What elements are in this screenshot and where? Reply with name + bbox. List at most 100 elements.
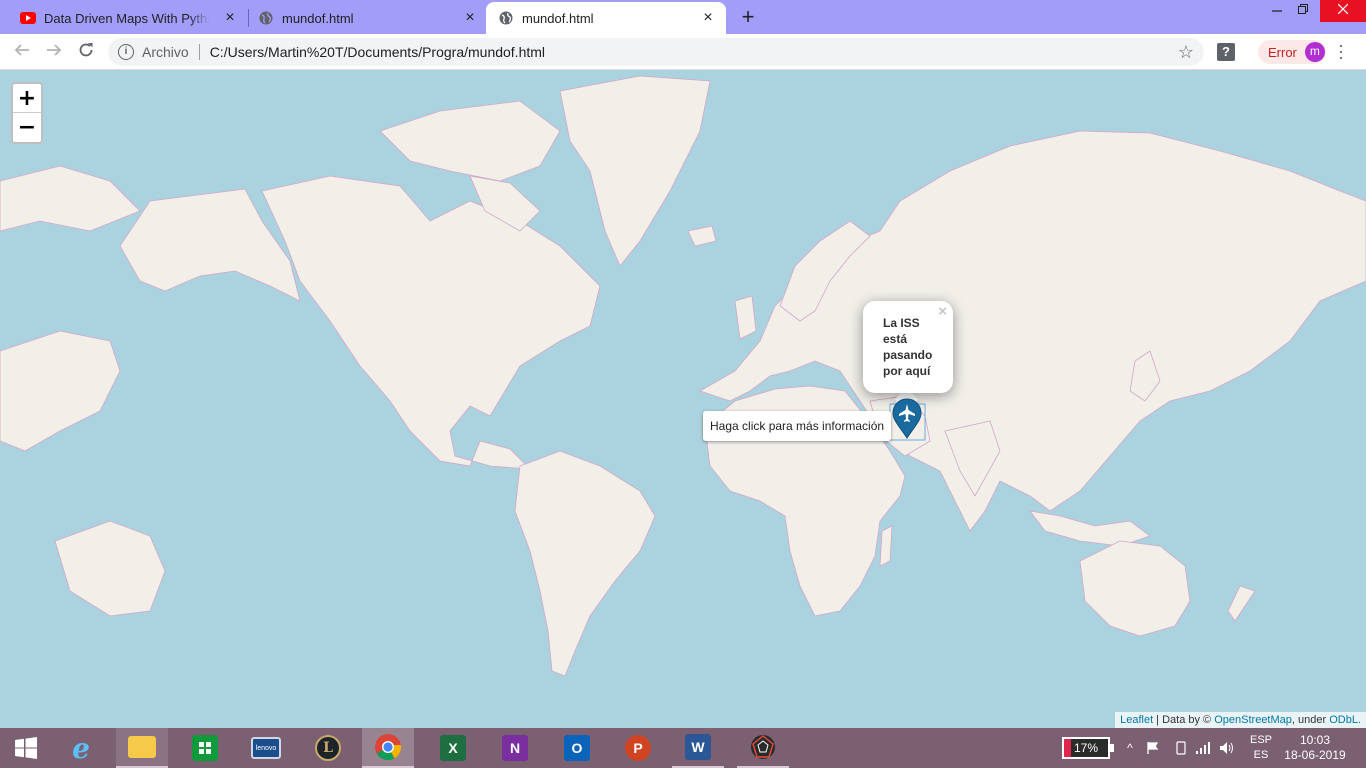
bookmark-star-icon[interactable]: ☆ bbox=[1178, 42, 1194, 62]
address-divider bbox=[198, 44, 200, 60]
powerpoint-button[interactable]: P bbox=[612, 728, 664, 768]
info-icon[interactable]: i bbox=[118, 44, 134, 60]
iss-marker[interactable] bbox=[889, 398, 925, 445]
tab-mundof-1[interactable]: mundof.html × bbox=[250, 2, 488, 34]
land-new-zealand bbox=[1227, 585, 1256, 622]
zoom-in-button[interactable]: + bbox=[13, 84, 41, 113]
map-view[interactable]: + − × La ISS está pasando por aquí Haga … bbox=[0, 71, 1366, 728]
land-iceland bbox=[687, 225, 717, 247]
iss-popup: × La ISS está pasando por aquí bbox=[863, 301, 953, 393]
marker-tooltip: Haga click para más información bbox=[703, 411, 892, 441]
tab-strip: Data Driven Maps With Python F × mundof.… bbox=[0, 0, 1366, 34]
popup-line: está bbox=[883, 332, 908, 346]
close-icon[interactable]: × bbox=[700, 10, 716, 26]
network-signal-icon[interactable] bbox=[1193, 728, 1213, 768]
tab-title: mundof.html bbox=[282, 10, 354, 26]
land-greenland bbox=[559, 75, 711, 267]
battery-label: 17% bbox=[1073, 741, 1099, 755]
popup-close-button[interactable]: × bbox=[938, 304, 947, 320]
close-window-button[interactable] bbox=[1320, 0, 1366, 22]
chrome-button[interactable] bbox=[362, 728, 414, 768]
file-explorer-button[interactable] bbox=[116, 728, 168, 768]
globe-icon bbox=[258, 10, 274, 26]
outlook-icon: O bbox=[564, 735, 590, 761]
land-north-america bbox=[261, 175, 601, 470]
system-clock[interactable]: 10:03 18-06-2019 bbox=[1280, 733, 1350, 763]
outlook-button[interactable]: O bbox=[551, 728, 603, 768]
excel-button[interactable]: X bbox=[427, 728, 479, 768]
attribution-text: , under bbox=[1291, 714, 1330, 726]
battery-indicator[interactable]: 17% bbox=[1062, 737, 1114, 759]
youtube-icon bbox=[20, 10, 36, 26]
address-bar[interactable]: i Archivo C:/Users/Martin%20T/Documents/… bbox=[108, 38, 1204, 66]
flag-icon[interactable] bbox=[1144, 728, 1162, 768]
land-australia bbox=[1079, 540, 1191, 637]
keyboard-layout: ES bbox=[1253, 749, 1269, 761]
url-text[interactable]: C:/Users/Martin%20T/Documents/Progra/mun… bbox=[210, 44, 545, 60]
leaflet-link[interactable]: Leaflet bbox=[1120, 714, 1153, 726]
reload-icon[interactable] bbox=[74, 40, 98, 64]
tab-mundof-active[interactable]: mundof.html × bbox=[486, 2, 726, 34]
store-icon bbox=[192, 735, 218, 761]
globe-icon bbox=[498, 10, 514, 26]
clock-time: 10:03 bbox=[1299, 733, 1331, 747]
clock-date: 18-06-2019 bbox=[1284, 748, 1346, 762]
scheme-label: Archivo bbox=[142, 44, 189, 60]
attribution-text: | Data by © bbox=[1153, 714, 1215, 726]
spiderweb-app-icon bbox=[751, 735, 775, 759]
help-extension-icon[interactable]: ? bbox=[1217, 43, 1235, 61]
land-madagascar bbox=[879, 525, 893, 567]
chevron-up-icon[interactable]: ^ bbox=[1122, 728, 1138, 768]
popup-line: pasando bbox=[883, 348, 933, 362]
start-button[interactable] bbox=[0, 728, 52, 768]
chrome-icon bbox=[375, 734, 402, 761]
windows-logo-icon bbox=[15, 737, 37, 759]
land-arctic-islands bbox=[379, 100, 561, 182]
league-of-legends-button[interactable]: L bbox=[302, 728, 354, 768]
word-icon: W bbox=[685, 734, 711, 760]
folder-icon bbox=[128, 736, 156, 758]
popup-line: La ISS bbox=[883, 316, 920, 330]
profile-error-chip[interactable]: Error m bbox=[1258, 40, 1326, 64]
lenovo-button[interactable]: lenovo bbox=[240, 728, 292, 768]
onenote-button[interactable]: N bbox=[489, 728, 541, 768]
zoom-control: + − bbox=[11, 82, 43, 144]
close-icon[interactable]: × bbox=[222, 10, 238, 26]
kebab-menu-icon[interactable]: · · · bbox=[1337, 36, 1345, 66]
excel-icon: X bbox=[440, 735, 466, 761]
windows-taskbar: e lenovo L X N O P W 17% ^ ESP ES 10:03 … bbox=[0, 728, 1366, 768]
world-map bbox=[0, 75, 1366, 677]
input-language[interactable]: ESP ES bbox=[1244, 733, 1278, 763]
tab-title: mundof.html bbox=[522, 10, 594, 26]
zoom-out-button[interactable]: − bbox=[13, 113, 41, 142]
new-tab-button[interactable]: + bbox=[738, 6, 758, 28]
word-button[interactable]: W bbox=[672, 728, 724, 768]
league-of-legends-icon: L bbox=[315, 735, 341, 761]
back-arrow-icon[interactable] bbox=[10, 40, 34, 64]
land-south-america bbox=[514, 450, 656, 677]
land-west-edge-asia bbox=[0, 330, 121, 452]
web-app-button[interactable] bbox=[737, 728, 789, 768]
internet-explorer-button[interactable]: e bbox=[55, 728, 107, 768]
forward-arrow-icon[interactable] bbox=[42, 40, 66, 64]
map-attribution: Leaflet | Data by © OpenStreetMap, under… bbox=[1115, 712, 1366, 728]
volume-icon[interactable] bbox=[1216, 728, 1238, 768]
internet-explorer-icon: e bbox=[72, 731, 90, 765]
phone-icon[interactable] bbox=[1173, 728, 1189, 768]
profile-status: Error bbox=[1268, 44, 1297, 60]
land-west-edge-siberia bbox=[0, 165, 141, 232]
restore-button[interactable] bbox=[1286, 0, 1320, 22]
land-indonesia bbox=[1029, 510, 1151, 547]
close-icon[interactable]: × bbox=[462, 10, 478, 26]
odbl-link[interactable]: ODbL. bbox=[1329, 714, 1361, 726]
microsoft-store-button[interactable] bbox=[179, 728, 231, 768]
language-code: ESP bbox=[1249, 734, 1272, 746]
tab-title: Data Driven Maps With Python F bbox=[44, 10, 209, 26]
land-west-edge-australia bbox=[54, 520, 166, 617]
lenovo-icon: lenovo bbox=[251, 737, 281, 759]
popup-line: por aquí bbox=[883, 364, 931, 378]
tab-youtube[interactable]: Data Driven Maps With Python F × bbox=[10, 2, 248, 34]
battery-fill bbox=[1064, 739, 1072, 757]
onenote-icon: N bbox=[502, 735, 528, 761]
osm-link[interactable]: OpenStreetMap bbox=[1214, 714, 1292, 726]
